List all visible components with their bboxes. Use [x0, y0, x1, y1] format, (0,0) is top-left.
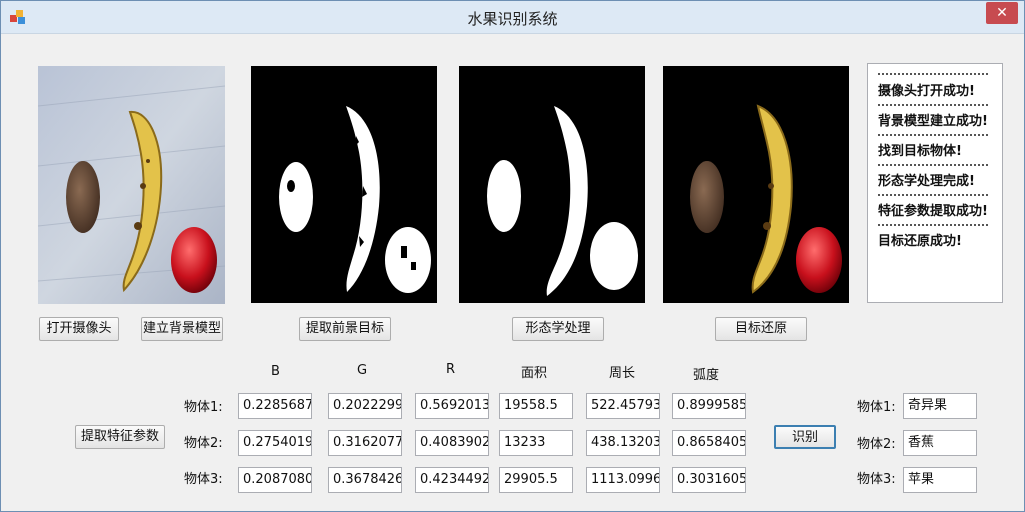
log-item: 特征参数提取成功! — [878, 204, 988, 219]
object1-area-field[interactable]: 19558.5 — [499, 393, 573, 419]
object3-curvature-field[interactable]: 0.30316053 — [672, 467, 746, 493]
log-divider — [878, 194, 988, 196]
result-object3-field[interactable]: 苹果 — [903, 467, 977, 493]
header-r: R — [446, 362, 456, 377]
restore-target-button[interactable]: 目标还原 — [715, 317, 807, 341]
object3-r-field[interactable]: 0.42344921 — [415, 467, 489, 493]
foreground-mask-image — [251, 66, 437, 303]
log-divider — [878, 73, 988, 75]
object1-perimeter-field[interactable]: 522.457930 — [586, 393, 660, 419]
log-item: 背景模型建立成功! — [878, 114, 988, 129]
close-icon[interactable]: ✕ — [986, 2, 1018, 24]
object1-g-field[interactable]: 0.20222998 — [328, 393, 402, 419]
object3-area-field[interactable]: 29905.5 — [499, 467, 573, 493]
row-label-object-3: 物体3: — [184, 472, 223, 487]
object2-b-field[interactable]: 0.27540194 — [238, 430, 312, 456]
result-label-object-1: 物体1: — [857, 400, 896, 415]
log-divider — [878, 224, 988, 226]
camera-image — [38, 66, 225, 304]
recognize-button[interactable]: 识别 — [774, 425, 836, 449]
row-label-object-2: 物体2: — [184, 436, 223, 451]
extract-foreground-button[interactable]: 提取前景目标 — [299, 317, 391, 341]
log-divider — [878, 104, 988, 106]
extract-features-button[interactable]: 提取特征参数 — [75, 425, 165, 449]
title-bar[interactable]: 水果识别系统 ✕ — [1, 1, 1024, 34]
header-curvature: 弧度 — [693, 368, 720, 383]
object3-b-field[interactable]: 0.20870808 — [238, 467, 312, 493]
log-item: 找到目标物体! — [878, 144, 962, 159]
header-area: 面积 — [521, 366, 548, 381]
build-background-button[interactable]: 建立背景模型 — [141, 317, 223, 341]
header-g: G — [357, 363, 368, 378]
object2-perimeter-field[interactable]: 438.132030 — [586, 430, 660, 456]
header-b: B — [271, 364, 280, 379]
object1-curvature-field[interactable]: 0.89995850 — [672, 393, 746, 419]
object3-perimeter-field[interactable]: 1113.09962 — [586, 467, 660, 493]
morphology-image — [459, 66, 645, 303]
object3-g-field[interactable]: 0.36784269 — [328, 467, 402, 493]
log-item: 目标还原成功! — [878, 234, 962, 249]
row-label-object-1: 物体1: — [184, 400, 223, 415]
object1-r-field[interactable]: 0.56920131 — [415, 393, 489, 419]
object2-g-field[interactable]: 0.31620779 — [328, 430, 402, 456]
log-divider — [878, 164, 988, 166]
main-window: 水果识别系统 ✕ 摄像头打开成功! 背景模型建立成功! 找到目标物体! 形态学处… — [0, 0, 1025, 512]
object2-curvature-field[interactable]: 0.86584059 — [672, 430, 746, 456]
morphology-button[interactable]: 形态学处理 — [512, 317, 604, 341]
restored-target-image — [663, 66, 849, 303]
object1-b-field[interactable]: 0.22856870 — [238, 393, 312, 419]
object2-r-field[interactable]: 0.40839020 — [415, 430, 489, 456]
result-object1-field[interactable]: 奇异果 — [903, 393, 977, 419]
result-object2-field[interactable]: 香蕉 — [903, 430, 977, 456]
result-label-object-3: 物体3: — [857, 472, 896, 487]
log-divider — [878, 134, 988, 136]
log-item: 形态学处理完成! — [878, 174, 975, 189]
log-item: 摄像头打开成功! — [878, 84, 975, 99]
open-camera-button[interactable]: 打开摄像头 — [39, 317, 119, 341]
result-label-object-2: 物体2: — [857, 437, 896, 452]
object2-area-field[interactable]: 13233 — [499, 430, 573, 456]
status-log[interactable]: 摄像头打开成功! 背景模型建立成功! 找到目标物体! 形态学处理完成! 特征参数… — [867, 63, 1003, 303]
window-title: 水果识别系统 — [467, 10, 558, 28]
header-perimeter: 周长 — [609, 366, 636, 381]
